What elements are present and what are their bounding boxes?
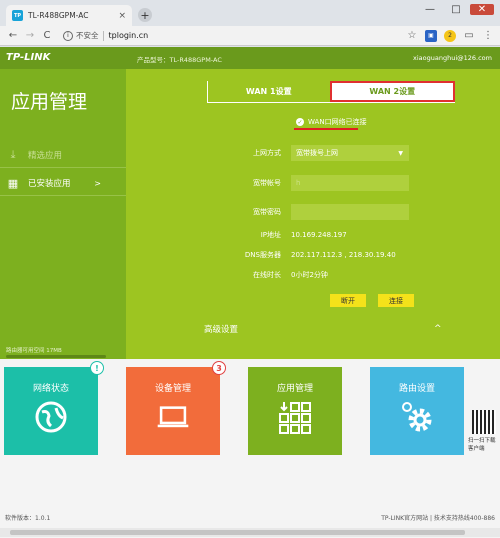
sidebar-item-label: 精选应用 <box>28 151 63 161</box>
minimize-button[interactable]: — <box>418 4 442 15</box>
sidebar-item-label: 已安装应用 <box>28 179 71 189</box>
account-label: 宽带帐号 <box>253 179 281 187</box>
tile-title: 路由设置 <box>398 384 435 394</box>
horizontal-scrollbar[interactable] <box>0 528 500 537</box>
wan-status-text: WAN口网络已连接 <box>308 118 367 126</box>
tile-title: 网络状态 <box>32 384 69 394</box>
status-underline <box>294 128 358 130</box>
star-icon[interactable]: ☆ <box>406 30 418 42</box>
mode-select[interactable]: 宽带拨号上网 ▼ <box>291 145 409 161</box>
model-label: 产品型号：TL-R488GPM-AC <box>137 56 222 64</box>
software-version: 软件版本：1.0.1 <box>5 514 51 522</box>
tplink-favicon-icon: TP <box>12 10 23 21</box>
menu-icon[interactable]: ⋮ <box>482 30 494 42</box>
sidebar-divider <box>0 167 126 168</box>
password-row: 宽带密码 <box>206 204 466 220</box>
device-count-badge: 3 <box>212 361 226 375</box>
uptime-value: 0小时2分钟 <box>291 271 328 279</box>
password-input[interactable] <box>291 204 409 220</box>
footer-links[interactable]: TP-LINK官方网站 | 技术支持热线400-886 <box>381 513 495 522</box>
reload-button[interactable]: C <box>40 30 54 41</box>
tile-router-settings[interactable]: 路由设置 <box>370 367 464 455</box>
browser-tabbar: TP TL-R488GPM-AC × + — □ ✕ <box>0 0 500 26</box>
tab-close-icon[interactable]: × <box>118 11 126 21</box>
account-input[interactable]: h <box>291 175 409 191</box>
scrollbar-thumb[interactable] <box>10 530 465 535</box>
cast-icon[interactable]: ▭ <box>463 30 475 42</box>
router-admin-page: TP-LINK 产品型号：TL-R488GPM-AC xiaoguanghui@… <box>0 47 500 538</box>
storage-text: 路由器可用空间 17MB <box>6 348 62 354</box>
browser-toolbar: ← → C i 不安全 tplogin.cn ☆ ▣ 2 ▭ ⋮ <box>0 26 500 46</box>
sidebar: 应用管理 ⤓ 精选应用 ▦ 已安装应用 > 路由器可用空间 17MB <box>0 69 126 359</box>
uptime-label: 在线时长 <box>253 271 281 279</box>
sidebar-title: 应用管理 <box>11 91 88 113</box>
tile-row: ! 网络状态 3 设备管理 应用管理 路由设置 扫一扫下载客户端 <box>0 359 500 489</box>
chevron-up-icon[interactable]: ^ <box>434 324 442 334</box>
chevron-down-icon: ▼ <box>398 149 403 157</box>
close-window-button[interactable]: ✕ <box>470 4 494 15</box>
tile-network-status[interactable]: ! 网络状态 <box>4 361 104 455</box>
mode-label: 上网方式 <box>253 149 281 157</box>
password-label: 宽带密码 <box>253 208 281 216</box>
forward-button[interactable]: → <box>23 30 37 41</box>
insecure-label: 不安全 <box>76 31 99 40</box>
tile-app-management[interactable]: 应用管理 <box>248 367 342 455</box>
laptop-icon <box>156 400 190 434</box>
browser-tab[interactable]: TP TL-R488GPM-AC × <box>6 5 132 26</box>
tab-wan2[interactable]: WAN 2设置 <box>329 81 455 102</box>
sidebar-item-installed-apps[interactable]: ▦ 已安装应用 > <box>6 176 121 190</box>
dns-label: DNS服务器 <box>244 251 281 259</box>
chevron-right-icon: > <box>94 178 101 188</box>
sidebar-item-featured-apps[interactable]: ⤓ 精选应用 <box>6 148 121 161</box>
tab-title: TL-R488GPM-AC <box>28 11 89 20</box>
footer: 软件版本：1.0.1 TP-LINK官方网站 | 技术支持热线400-886 <box>0 508 500 526</box>
ip-label: IP地址 <box>260 231 281 239</box>
grid-icon: ▦ <box>7 176 19 190</box>
maximize-button[interactable]: □ <box>444 4 468 15</box>
tile-title: 应用管理 <box>276 384 313 394</box>
account-value: h <box>296 179 301 187</box>
wan-tabs: WAN 1设置 WAN 2设置 <box>207 81 455 103</box>
extension-icon[interactable]: ▣ <box>425 29 437 42</box>
check-icon: ✓ <box>296 118 304 126</box>
dns-value: 202.117.112.3 , 218.30.19.40 <box>291 251 396 259</box>
account-link[interactable]: xiaoguanghui@126.com <box>413 54 492 62</box>
top-bar: TP-LINK 产品型号：TL-R488GPM-AC xiaoguanghui@… <box>0 47 500 69</box>
mode-value: 宽带拨号上网 <box>296 149 338 157</box>
wan-settings-panel: WAN 1设置 WAN 2设置 ✓ WAN口网络已连接 上网方式 宽带拨号上网 … <box>126 69 500 359</box>
advanced-settings-toggle[interactable]: 高级设置 <box>204 323 238 335</box>
disconnect-button[interactable]: 断开 <box>330 294 366 307</box>
gear-icon <box>400 400 434 434</box>
ip-row: IP地址 10.169.248.197 <box>206 227 466 243</box>
storage-bar <box>6 355 106 358</box>
wan-status: ✓ WAN口网络已连接 <box>296 117 367 127</box>
tab-wan1[interactable]: WAN 1设置 <box>208 81 330 102</box>
sidebar-divider <box>0 195 126 196</box>
qr-code <box>472 410 496 434</box>
alert-badge: ! <box>90 361 104 375</box>
tile-device-management[interactable]: 3 设备管理 <box>126 361 226 455</box>
mode-row: 上网方式 宽带拨号上网 ▼ <box>206 145 466 161</box>
download-icon: ⤓ <box>10 148 16 161</box>
connect-button[interactable]: 连接 <box>378 294 414 307</box>
address-bar[interactable]: tplogin.cn <box>109 31 400 40</box>
tile-title: 设备管理 <box>154 384 191 394</box>
ip-value: 10.169.248.197 <box>291 231 347 239</box>
active-pointer <box>284 337 298 344</box>
globe-icon <box>34 400 68 434</box>
new-tab-button[interactable]: + <box>138 8 152 22</box>
extension-badge-icon[interactable]: 2 <box>444 29 456 42</box>
info-icon[interactable]: i <box>63 30 73 41</box>
qr-caption: 扫一扫下载客户端 <box>468 438 496 452</box>
address-separator <box>102 30 104 41</box>
dns-row: DNS服务器 202.117.112.3 , 218.30.19.40 <box>206 247 466 263</box>
back-button[interactable]: ← <box>6 30 20 41</box>
apps-icon <box>278 400 312 434</box>
uptime-row: 在线时长 0小时2分钟 <box>206 267 466 283</box>
tplink-logo: TP-LINK <box>6 52 51 63</box>
account-row: 宽带帐号 h <box>206 175 466 191</box>
